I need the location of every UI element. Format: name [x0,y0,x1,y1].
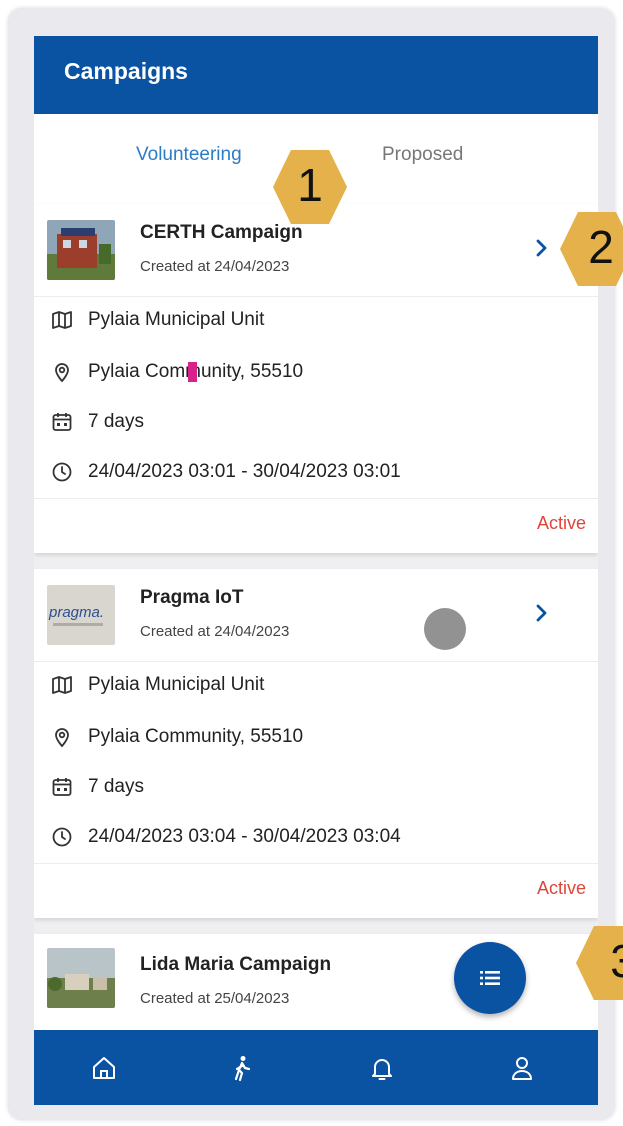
municipality-text: Pylaia Municipal Unit [88,674,265,695]
annotation-badge-3: 3 [576,926,623,1000]
location-row: Pylaia Community, 55510 [34,348,598,396]
period-text: 24/04/2023 03:04 - 30/04/2023 03:04 [88,826,401,847]
campaign-created-date: Created at 24/04/2023 [140,258,290,275]
home-icon[interactable] [90,1054,118,1082]
page-title: Campaigns [64,58,188,84]
campaign-title: CERTH Campaign [140,222,303,243]
status-badge: Active [536,513,586,533]
duration-text: 7 days [88,411,144,432]
status-badge: Active [536,878,586,898]
calendar-icon [52,778,72,796]
period-row: 24/04/2023 03:01 - 30/04/2023 03:01 [34,448,598,496]
annotation-badge-1: 1 [273,150,347,224]
bell-icon[interactable] [368,1054,396,1082]
app-bar: Campaigns [34,36,598,114]
duration-row: 7 days [34,398,598,446]
chevron-right-icon[interactable] [529,236,553,260]
clock-icon [52,462,72,482]
location-row: Pylaia Community, 55510 [34,713,598,761]
annotation-label: 1 [297,159,323,211]
map-icon [52,311,72,329]
annotation-label: 3 [586,934,623,988]
campaign-created-date: Created at 24/04/2023 [140,623,290,640]
municipality-text: Pylaia Municipal Unit [88,309,265,330]
svg-text:pragma.: pragma. [48,604,104,621]
tab-volunteering[interactable]: Volunteering [136,144,242,166]
period-row: 24/04/2023 03:04 - 30/04/2023 03:04 [34,813,598,861]
campaign-thumbnail [47,948,115,1008]
clock-icon [52,827,72,847]
campaign-card-header[interactable]: pragma. Pragma IoT Created at 24/04/2023 [34,569,598,662]
location-text: Pylaia Community, 55510 [88,726,304,747]
municipality-row: Pylaia Municipal Unit [34,661,598,709]
bottom-navigation [34,1030,598,1105]
campaign-created-date: Created at 25/04/2023 [140,990,290,1007]
annotation-badge-2: 2 [560,212,623,286]
duration-text: 7 days [88,776,144,797]
map-icon [52,676,72,694]
status-row: Active [34,863,598,920]
period-text: 24/04/2023 03:01 - 30/04/2023 03:01 [88,461,401,482]
list-view-fab-button[interactable] [454,942,526,1014]
touch-indicator [424,608,466,650]
municipality-row: Pylaia Municipal Unit [34,296,598,344]
text-cursor-highlight [188,362,197,382]
campaign-card[interactable]: pragma. Pragma IoT Created at 24/04/2023… [34,569,598,918]
status-row: Active [34,498,598,555]
user-icon[interactable] [508,1054,536,1082]
calendar-icon [52,413,72,431]
walk-icon[interactable] [228,1054,256,1082]
location-pin-icon [55,728,69,748]
campaign-card[interactable]: CERTH Campaign Created at 24/04/2023 Pyl… [34,204,598,553]
campaign-title: Pragma IoT [140,587,244,608]
location-pin-icon [55,363,69,383]
campaign-thumbnail [47,220,115,280]
chevron-right-icon[interactable] [529,601,553,625]
tab-proposed[interactable]: Proposed [382,144,463,166]
list-icon [480,971,500,985]
duration-row: 7 days [34,763,598,811]
annotation-label: 2 [588,221,614,273]
campaign-thumbnail: pragma. [47,585,115,645]
campaign-title: Lida Maria Campaign [140,954,332,975]
